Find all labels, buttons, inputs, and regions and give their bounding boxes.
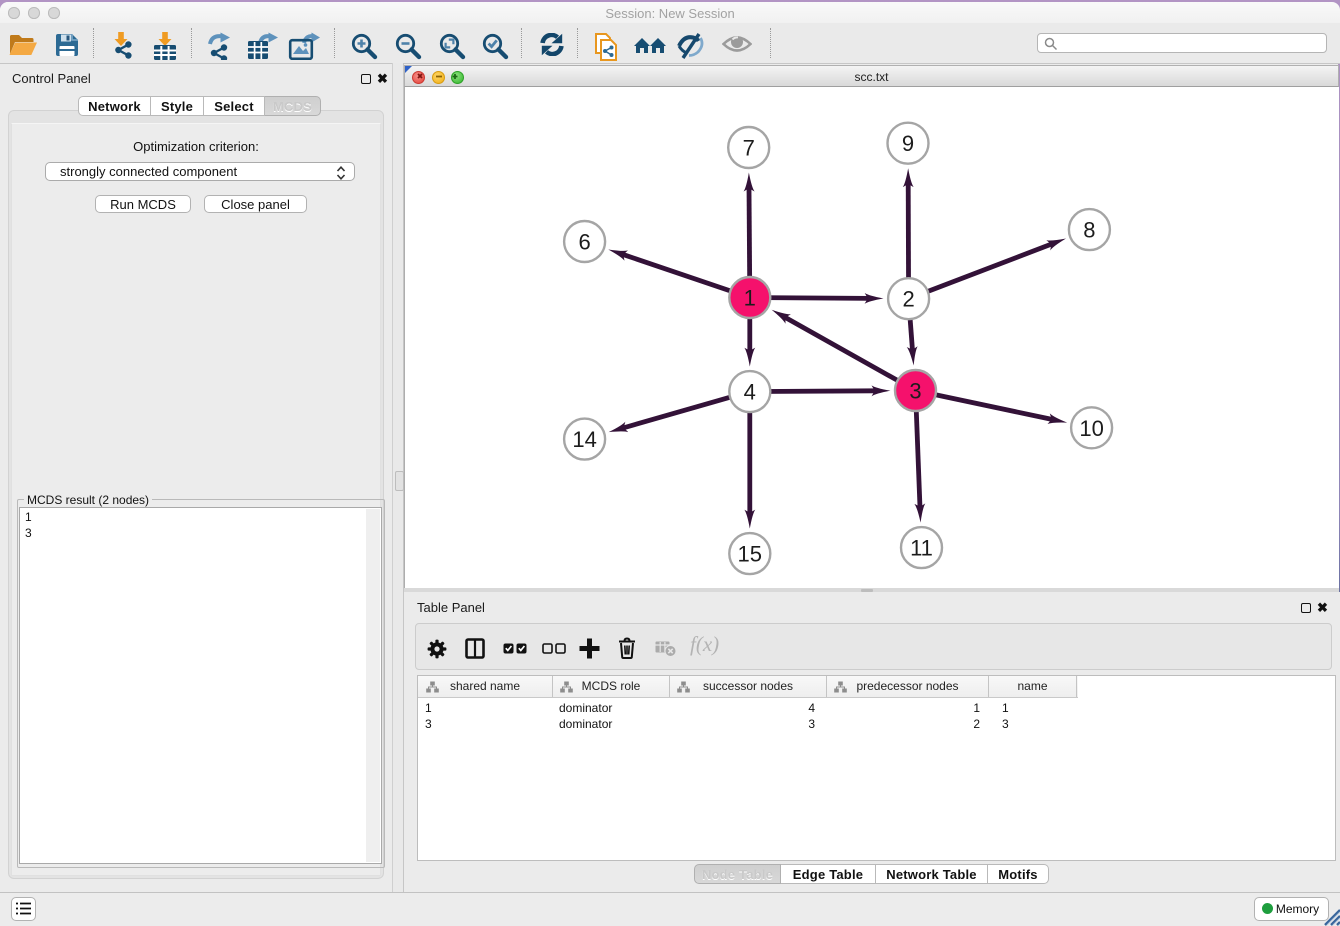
svg-text:10: 10 bbox=[1079, 416, 1103, 441]
svg-text:3: 3 bbox=[909, 379, 921, 404]
svg-text:1: 1 bbox=[744, 286, 756, 311]
svg-text:2: 2 bbox=[902, 287, 914, 312]
svg-text:11: 11 bbox=[910, 536, 933, 561]
svg-text:8: 8 bbox=[1083, 218, 1095, 243]
svg-text:7: 7 bbox=[743, 136, 755, 161]
svg-text:4: 4 bbox=[744, 380, 756, 405]
svg-text:14: 14 bbox=[572, 427, 596, 452]
svg-text:9: 9 bbox=[902, 131, 914, 156]
svg-text:6: 6 bbox=[578, 230, 590, 255]
svg-text:15: 15 bbox=[738, 542, 762, 567]
